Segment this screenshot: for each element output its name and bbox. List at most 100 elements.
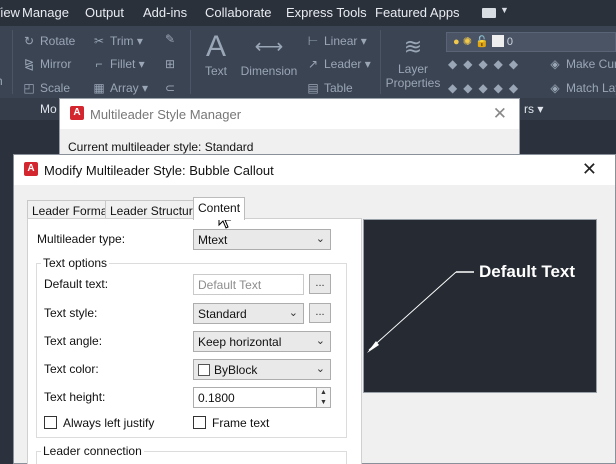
multileader-type-select[interactable]: Mtext ⌄ (193, 229, 331, 250)
panel-title-layers[interactable]: rs ▾ (524, 102, 543, 116)
text-a-icon: A (205, 30, 226, 63)
trim-button[interactable]: ✂ Trim ▾ (92, 34, 143, 48)
modify-title: Modify Multileader Style: Bubble Callout (44, 163, 274, 178)
ribbon-divider (380, 30, 381, 94)
current-style-label: Current multileader style: Standard (68, 140, 254, 154)
tab-leader-format[interactable]: Leader Format (27, 200, 116, 219)
chevron-down-icon: ⌄ (315, 335, 325, 347)
trim-icon: ✂ (93, 34, 105, 48)
layer-tools-row1[interactable]: ◆◆◆◆◆ (448, 57, 524, 71)
match-layer-button[interactable]: ◈ Match Lay (548, 81, 616, 95)
text-height-field[interactable]: 0.1800 (193, 387, 317, 408)
multileader-style-manager-dialog: A Multileader Style Manager ✕ Current mu… (59, 98, 520, 158)
scale-button[interactable]: ◰ Scale (22, 81, 70, 95)
chevron-down-icon: ⌄ (315, 363, 325, 375)
text-angle-select[interactable]: Keep horizontal ⌄ (193, 331, 331, 352)
linear-icon: ⊢ (307, 34, 319, 48)
text-color-select[interactable]: ByBlock ⌄ (193, 359, 331, 380)
rotate-button[interactable]: ↻ Rotate (22, 34, 75, 48)
chevron-down-icon[interactable]: ▼ (500, 5, 509, 15)
explode-icon[interactable]: ⊞ (165, 57, 175, 71)
color-swatch (198, 364, 210, 376)
lock-icon: 🔓 (475, 36, 489, 48)
text-height-label: Text height: (44, 390, 106, 404)
menu-view[interactable]: View (0, 5, 20, 20)
default-text-field[interactable]: Default Text (193, 274, 304, 295)
offset-icon[interactable]: ⊂ (165, 81, 175, 95)
default-text-browse-button[interactable]: ... (309, 274, 331, 294)
close-icon[interactable]: ✕ (493, 104, 507, 124)
linear-button[interactable]: ⊢ Linear ▾ (306, 34, 367, 48)
match-layer-icon: ◈ (550, 81, 560, 95)
leader-icon: ↗ (307, 57, 319, 71)
text-angle-label: Text angle: (44, 334, 103, 348)
menu-express-tools[interactable]: Express Tools (286, 5, 367, 20)
arrowhead-icon (367, 341, 379, 353)
mirror-button[interactable]: ⧎ Mirror (22, 57, 71, 71)
spinner-up-icon[interactable]: ▲ (317, 388, 330, 398)
fillet-button[interactable]: ⌐ Fillet ▾ (92, 57, 144, 71)
table-icon: ▤ (307, 81, 319, 95)
text-style-select[interactable]: Standard ⌄ (193, 303, 304, 324)
frame-text-checkbox[interactable] (193, 416, 206, 429)
chevron-down-icon: ⌄ (288, 307, 298, 319)
menu-featured-apps[interactable]: Featured Apps (375, 5, 460, 20)
modify-titlebar: A Modify Multileader Style: Bubble Callo… (14, 155, 615, 185)
multileader-type-label: Multileader type: (37, 232, 126, 246)
make-current-button[interactable]: ◈ Make Cur (548, 57, 616, 71)
rotate-icon: ↻ (23, 34, 35, 48)
text-style-browse-button[interactable]: ... (309, 303, 331, 323)
layer-stack-icon: ≋ (403, 34, 423, 59)
chevron-down-icon: ⌄ (315, 233, 325, 245)
frame-text-label: Frame text (212, 416, 270, 430)
menu-manage[interactable]: Manage (22, 5, 69, 20)
make-current-icon: ◈ (550, 57, 560, 71)
ribbon-divider (12, 30, 13, 94)
text-height-spinner[interactable]: ▲ ▼ (317, 387, 331, 408)
menu-collaborate[interactable]: Collaborate (205, 5, 272, 20)
color-swatch (491, 35, 504, 47)
spinner-down-icon[interactable]: ▼ (317, 398, 330, 408)
text-color-label: Text color: (44, 362, 99, 376)
modify-multileader-style-dialog: A Modify Multileader Style: Bubble Callo… (13, 154, 616, 464)
text-style-label: Text style: (44, 306, 98, 320)
default-text-label: Default text: (44, 277, 109, 291)
array-button[interactable]: ▦ Array ▾ (92, 81, 148, 95)
tab-leader-structure[interactable]: Leader Structure (105, 200, 205, 219)
ribbon-cut-label: h (0, 74, 3, 88)
sun-icon: ✺ (462, 36, 472, 48)
scale-icon: ◰ (23, 81, 35, 95)
autocad-logo-icon: A (70, 106, 84, 120)
always-left-justify-label: Always left justify (63, 416, 155, 430)
style-preview: Default Text (363, 219, 597, 393)
text-button[interactable]: A Text (198, 30, 234, 78)
close-icon[interactable]: ✕ (582, 159, 597, 180)
leader-connection-title: Leader connection (41, 444, 144, 458)
layer-dropdown[interactable]: ● ✺ 🔓 0 (446, 32, 616, 52)
always-left-justify-checkbox[interactable] (44, 416, 57, 429)
content-tab-page: Multileader type: Mtext ⌄ Text options D… (27, 218, 362, 464)
mirror-icon: ⧎ (23, 57, 35, 71)
leader-button[interactable]: ↗ Leader ▾ (306, 57, 371, 71)
table-button[interactable]: ▤ Table (306, 81, 352, 95)
menubar: View Manage Output Add-ins Collaborate E… (0, 0, 616, 26)
layer-name: 0 (506, 36, 513, 48)
preview-leader-graphic (367, 271, 474, 353)
menu-add-ins[interactable]: Add-ins (143, 5, 187, 20)
preview-default-text: Default Text (479, 262, 576, 281)
dimension-button[interactable]: ⟷ Dimension (238, 30, 300, 78)
bulb-icon: ● (453, 36, 460, 48)
array-icon: ▦ (93, 81, 105, 95)
ribbon-divider (190, 30, 191, 94)
layer-properties-button[interactable]: ≋ Layer Properties (384, 32, 442, 90)
pencil-icon[interactable]: ✎ (165, 32, 175, 46)
manager-titlebar: A Multileader Style Manager ✕ (60, 99, 519, 129)
tab-content[interactable]: Content (193, 197, 246, 220)
ribbon: h ↻Rotate ⧎Mirror ◰Scale ✂Trim ▾ ⌐Fillet… (0, 26, 616, 98)
panel-title-modify[interactable]: Mo (40, 102, 57, 116)
autocad-logo-icon: A (24, 162, 38, 176)
layer-tools-row2[interactable]: ◆◆◆◆◆ (448, 81, 524, 95)
panel-toggle-icon[interactable] (482, 8, 496, 18)
menu-output[interactable]: Output (85, 5, 124, 20)
text-options-title: Text options (41, 256, 110, 270)
